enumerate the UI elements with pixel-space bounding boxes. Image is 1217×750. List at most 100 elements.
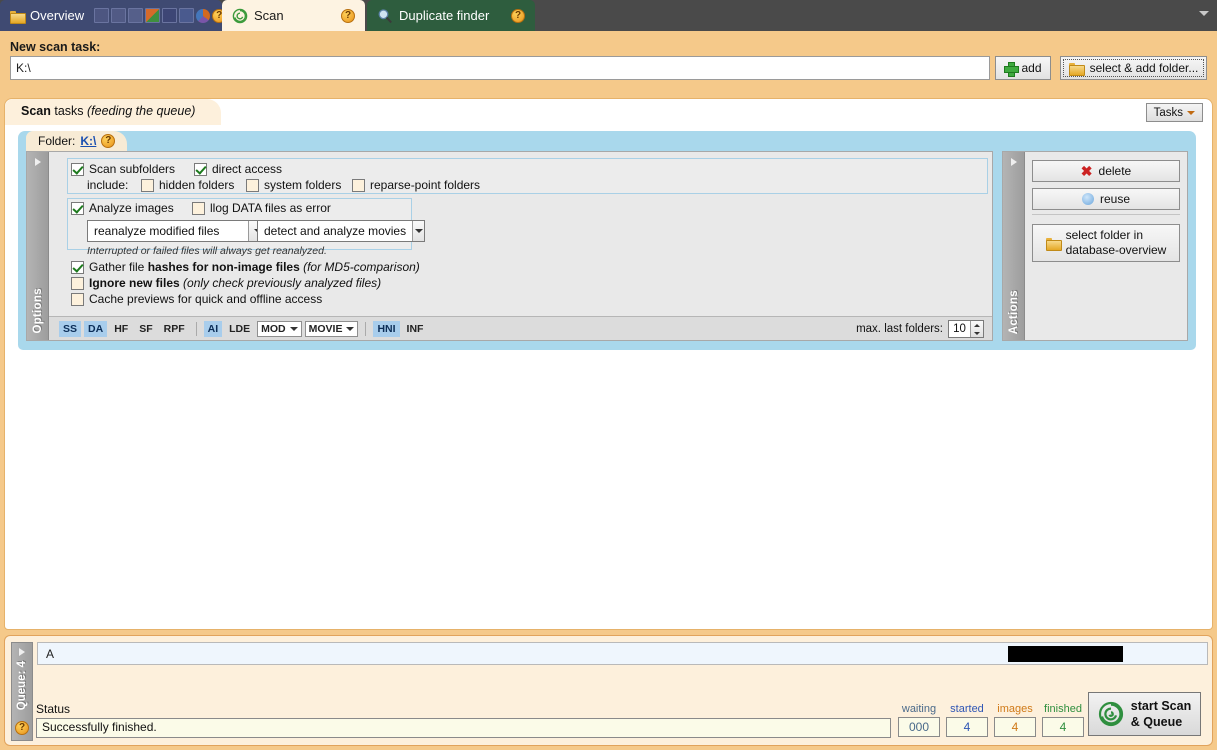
folder-task-panel: Folder: K:\ ? Options Scan subfolders di… <box>18 131 1196 350</box>
max-last-folders-arrows[interactable] <box>970 321 983 337</box>
queue-list[interactable]: A <box>37 642 1208 665</box>
tasks-menu-button[interactable]: Tasks <box>1145 103 1203 122</box>
share-icon[interactable] <box>94 8 110 23</box>
start-scan-and-queue-button[interactable]: start Scan & Queue <box>1088 692 1201 736</box>
plus-icon <box>1004 61 1020 77</box>
tag-separator-2 <box>365 321 367 336</box>
reparse-point-folders-checkbox[interactable] <box>352 178 365 192</box>
hidden-folders-row[interactable]: hidden folders <box>141 178 234 192</box>
tag-da[interactable]: DA <box>84 320 108 337</box>
reanalyze-combo[interactable]: reanalyze modified files <box>87 220 267 242</box>
chevron-down-icon-movie <box>346 326 355 331</box>
tag-sf[interactable]: SF <box>135 321 156 337</box>
hidden-folders-checkbox[interactable] <box>141 178 154 192</box>
tag-movie-combo[interactable]: MOVIE <box>304 320 359 337</box>
tab-duplicate-finder[interactable]: Duplicate finder ? <box>367 0 535 31</box>
actions-vertical-label: Actions <box>1007 289 1020 334</box>
help-icon-duplicate-finder[interactable]: ? <box>511 8 525 23</box>
gather-hashes-row[interactable]: Gather file hashes for non-image files (… <box>71 260 420 274</box>
tag-hni[interactable]: HNI <box>373 320 400 337</box>
add-button[interactable]: add <box>995 56 1051 80</box>
options-vertical-label: Options <box>31 288 44 334</box>
help-icon-folder[interactable]: ? <box>101 134 116 148</box>
stepper-down-icon[interactable] <box>974 331 980 335</box>
system-folders-label: system folders <box>264 178 342 192</box>
stepper-up-icon[interactable] <box>974 323 980 327</box>
colors-icon[interactable] <box>145 8 161 23</box>
preview-icon[interactable] <box>162 8 178 23</box>
include-label: include: <box>87 178 129 192</box>
log-data-error-row[interactable]: llog DATA files as error <box>192 201 331 215</box>
trash-icon[interactable] <box>128 8 144 23</box>
tag-lde[interactable]: LDE <box>225 321 254 337</box>
chevron-down-icon-mod <box>289 326 298 331</box>
direct-access-row[interactable]: direct access <box>194 162 282 176</box>
tab-scan[interactable]: Scan ? <box>222 0 365 31</box>
start-scan-labels: start Scan & Queue <box>1131 698 1191 730</box>
help-icon-scan[interactable]: ? <box>341 8 355 23</box>
pie-chart-icon[interactable] <box>196 8 211 23</box>
scan-tasks-header: Scan tasks (feeding the queue) Tasks <box>5 99 1212 125</box>
log-data-error-checkbox[interactable] <box>192 201 205 215</box>
movies-combo[interactable]: detect and analyze movies <box>257 220 425 242</box>
status-label: Status <box>36 702 71 716</box>
tab-overview[interactable]: Overview ? ┴ <box>0 0 240 31</box>
tag-ss[interactable]: SS <box>59 320 82 337</box>
expand-arrow-icon-options[interactable] <box>35 158 41 166</box>
ignore-new-files-label: Ignore new files (only check previously … <box>89 276 381 290</box>
reuse-button[interactable]: reuse <box>1032 188 1180 210</box>
cache-previews-label: Cache previews for quick and offline acc… <box>89 292 323 306</box>
analyze-images-row[interactable]: Analyze images <box>71 201 174 215</box>
folder-task-tab[interactable]: Folder: K:\ ? <box>26 131 128 151</box>
tag-movie-label: MOVIE <box>308 322 343 335</box>
tag-hf[interactable]: HF <box>110 321 132 337</box>
scan-subfolders-checkbox[interactable] <box>71 162 84 176</box>
select-folder-in-database-button[interactable]: select folder in database-overview <box>1032 224 1180 262</box>
gather-hashes-checkbox[interactable] <box>71 260 84 274</box>
folder-icon <box>10 10 26 24</box>
tag-inf[interactable]: INF <box>403 321 428 337</box>
options-box: Options Scan subfolders direct access in… <box>26 151 993 341</box>
expand-arrow-icon-actions[interactable] <box>1011 158 1017 166</box>
options-side-strip[interactable]: Options <box>27 152 49 340</box>
folder-path-link[interactable]: K:\ <box>80 134 96 148</box>
tag-ai[interactable]: AI <box>203 320 223 337</box>
filter-icon[interactable] <box>111 8 127 23</box>
cache-previews-row[interactable]: Cache previews for quick and offline acc… <box>71 292 322 306</box>
direct-access-checkbox[interactable] <box>194 162 207 176</box>
reparse-point-folders-row[interactable]: reparse-point folders <box>352 178 480 192</box>
actions-side-strip[interactable]: Actions <box>1003 152 1025 340</box>
scan-path-input[interactable]: K:\ <box>10 56 990 80</box>
delete-button[interactable]: ✖ delete <box>1032 160 1180 182</box>
queue-side-strip[interactable]: Queue: 4 ? <box>11 642 33 741</box>
cache-previews-checkbox[interactable] <box>71 292 84 306</box>
select-and-add-folder-button[interactable]: select & add folder... <box>1060 56 1207 80</box>
tag-mod-combo[interactable]: MOD <box>257 320 302 337</box>
ignore-new-files-checkbox[interactable] <box>71 276 84 290</box>
movies-combo-value: detect and analyze movies <box>264 224 407 238</box>
direct-access-label: direct access <box>212 162 283 176</box>
actions-box: Actions ✖ delete reuse select folder in … <box>1002 151 1188 341</box>
counter-finished-value: 4 <box>1042 717 1084 737</box>
reanalyze-combo-value: reanalyze modified files <box>94 224 220 238</box>
expand-arrow-icon-queue[interactable] <box>19 648 25 656</box>
tag-mod-label: MOD <box>261 322 286 335</box>
movies-combo-arrow[interactable] <box>412 221 424 241</box>
analyze-images-checkbox[interactable] <box>71 201 84 215</box>
max-last-folders-stepper[interactable]: 10 <box>948 320 984 338</box>
ignore-new-files-row[interactable]: Ignore new files (only check previously … <box>71 276 381 290</box>
select-folder-line1: select folder in <box>1065 228 1143 242</box>
chevron-down-icon[interactable] <box>1199 11 1209 16</box>
help-icon-queue[interactable]: ? <box>15 721 29 735</box>
recycle-icon <box>1081 193 1094 205</box>
system-folders-checkbox[interactable] <box>246 178 259 192</box>
folder-prefix-label: Folder: <box>38 134 76 148</box>
ignore-new-files-italic: (only check previously analyzed files) <box>183 276 382 290</box>
compare-icon[interactable] <box>179 8 195 23</box>
tag-rpf[interactable]: RPF <box>160 321 189 337</box>
scan-subfolders-row[interactable]: Scan subfolders <box>71 162 175 176</box>
system-folders-row[interactable]: system folders <box>246 178 341 192</box>
counter-started: started 4 <box>946 703 988 737</box>
select-folder-lines: select folder in database-overview <box>1066 228 1167 258</box>
select-folder-line2: database-overview <box>1065 243 1167 257</box>
